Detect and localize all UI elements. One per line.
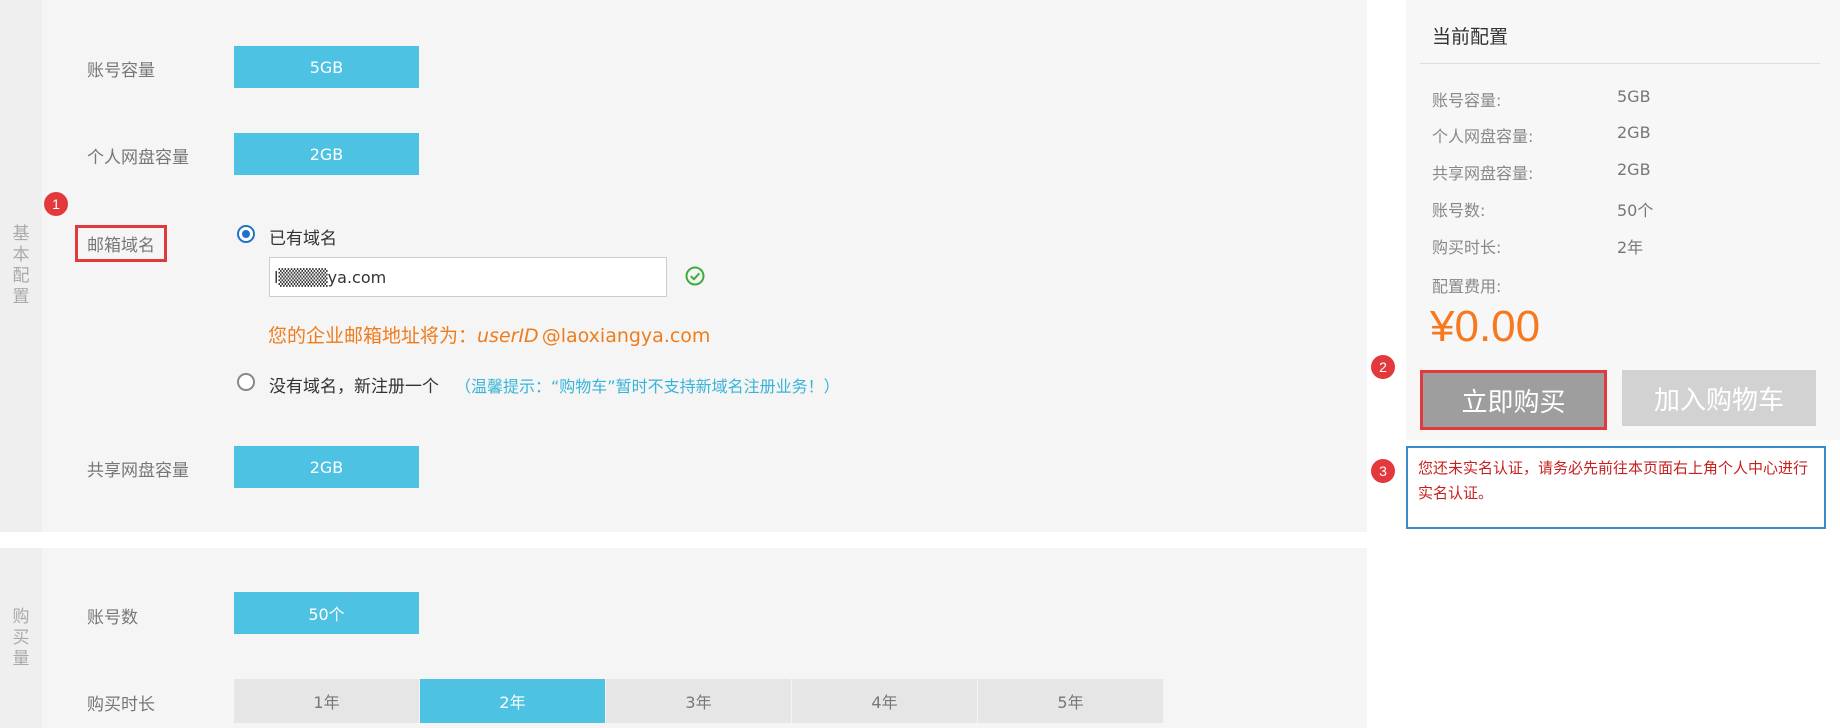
mail-address-user: userID xyxy=(477,325,539,347)
new-domain-label[interactable]: 没有域名，新注册一个 xyxy=(269,372,439,397)
new-domain-tip: （温馨提示：“购物车”暂时不支持新域名注册业务！） xyxy=(455,377,840,396)
duration-option-2y[interactable]: 2年 xyxy=(420,679,606,723)
config-row-label: 账号容量: xyxy=(1432,91,1502,110)
duration-option-4y[interactable]: 4年 xyxy=(792,679,978,723)
purchase-side-label: 购 买 量 xyxy=(0,548,42,728)
current-config-divider xyxy=(1420,63,1820,64)
config-row-label: 购买时长: xyxy=(1432,238,1502,257)
config-row-value: 5GB xyxy=(1617,87,1651,106)
domain-input[interactable]: l▒▒▒▒ya.com xyxy=(269,257,667,297)
domain-input-value: l▒▒▒▒ya.com xyxy=(274,267,387,287)
annotation-badge-3: 3 xyxy=(1371,459,1395,483)
account-count-label: 账号数 xyxy=(87,608,138,628)
basic-config-side-label: 基 本 配 置 xyxy=(0,0,42,532)
mail-address-hint: 您的企业邮箱地址将为：userID @laoxiangya.com xyxy=(268,321,710,348)
config-row-value: 2GB xyxy=(1617,123,1651,142)
config-row-value: 50个 xyxy=(1617,201,1654,220)
personal-disk-label: 个人网盘容量 xyxy=(87,148,189,168)
shared-disk-label: 共享网盘容量 xyxy=(87,461,189,481)
personal-disk-option[interactable]: 2GB xyxy=(234,133,419,175)
duration-option-5y[interactable]: 5年 xyxy=(978,679,1164,723)
config-row-label: 账号数: xyxy=(1432,201,1486,220)
add-to-cart-button[interactable]: 加入购物车 xyxy=(1622,370,1816,426)
buy-now-button[interactable]: 立即购买 xyxy=(1420,370,1607,430)
existing-domain-radio[interactable] xyxy=(237,225,255,243)
config-row-label: 共享网盘容量: xyxy=(1432,164,1534,183)
duration-option-3y[interactable]: 3年 xyxy=(606,679,792,723)
config-fee-label: 配置费用: xyxy=(1432,277,1502,296)
config-row-value: 2年 xyxy=(1617,238,1644,257)
purchase-panel: 购 买 量 账号数 50个 购买时长 1年 2年 3年 4年 5年 xyxy=(0,548,1367,728)
duration-option-1y[interactable]: 1年 xyxy=(234,679,420,723)
account-capacity-option[interactable]: 5GB xyxy=(234,46,419,88)
account-capacity-label: 账号容量 xyxy=(87,61,155,81)
mail-address-domain: @laoxiangya.com xyxy=(541,325,711,347)
annotation-badge-1: 1 xyxy=(44,192,68,216)
mail-domain-label: 邮箱域名 xyxy=(75,225,167,262)
config-row-value: 2GB xyxy=(1617,160,1651,179)
config-price: ¥0.00 xyxy=(1430,302,1541,351)
existing-domain-label[interactable]: 已有域名 xyxy=(269,224,337,249)
account-count-option[interactable]: 50个 xyxy=(234,592,419,634)
mail-address-prefix: 您的企业邮箱地址将为： xyxy=(268,325,478,347)
new-domain-radio[interactable] xyxy=(237,373,255,391)
verification-warning: 您还未实名认证，请务必先前往本页面右上角个人中心进行实名认证。 xyxy=(1406,446,1826,529)
shared-disk-option[interactable]: 2GB xyxy=(234,446,419,488)
domain-valid-check-icon xyxy=(684,265,706,287)
annotation-badge-2: 2 xyxy=(1371,355,1395,379)
current-config-title: 当前配置 xyxy=(1432,26,1509,48)
config-row-label: 个人网盘容量: xyxy=(1432,127,1534,146)
basic-config-panel: 基 本 配 置 账号容量 5GB 个人网盘容量 2GB 1 邮箱域名 已有域名 … xyxy=(0,0,1367,532)
duration-label: 购买时长 xyxy=(87,695,155,715)
